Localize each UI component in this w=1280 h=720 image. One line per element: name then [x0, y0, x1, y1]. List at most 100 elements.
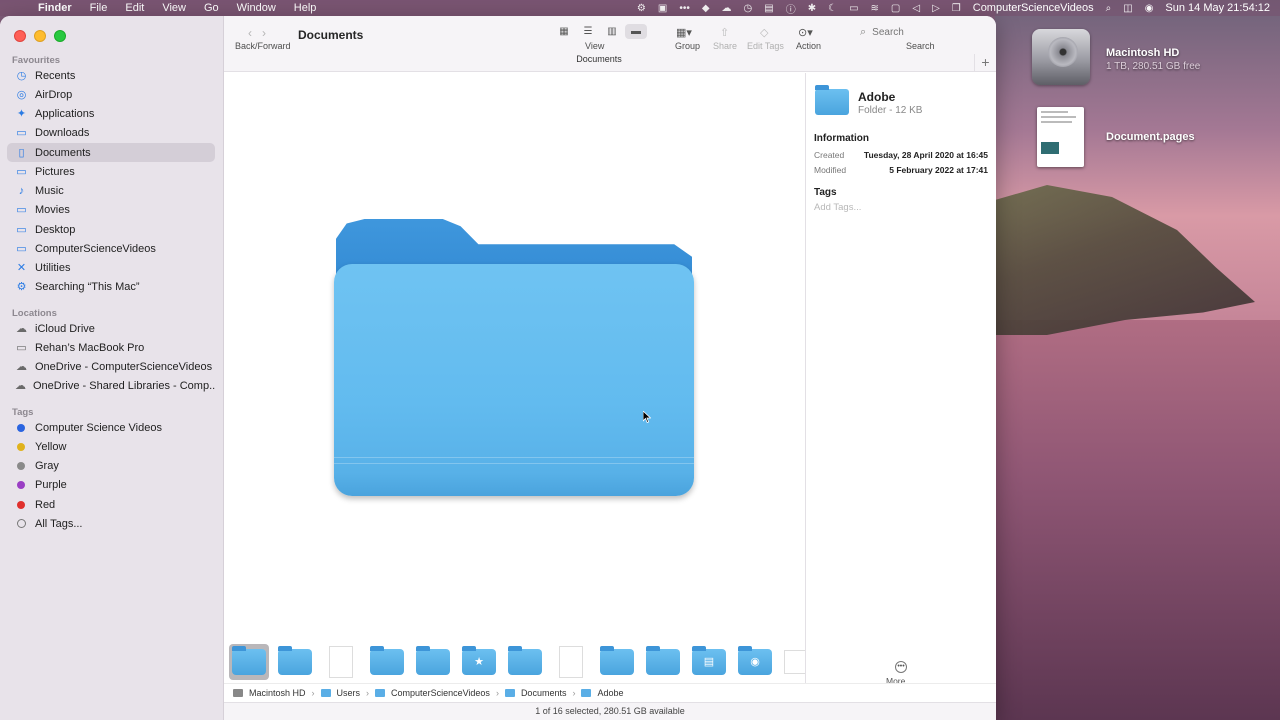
sidebar-item-downloads[interactable]: ▭ Downloads	[7, 123, 215, 142]
document-pages-label[interactable]: Document.pages	[1106, 131, 1195, 143]
sidebar-item-desktop[interactable]: ▭ Desktop	[7, 220, 215, 239]
sidebar-tag-all-tags[interactable]: All Tags...	[7, 514, 215, 533]
minimize-button[interactable]	[34, 30, 46, 42]
menu-window[interactable]: Window	[237, 2, 276, 14]
path-item[interactable]: Adobe	[597, 688, 623, 698]
dots-icon[interactable]: •••	[679, 3, 690, 14]
thumbnail-folder[interactable]	[505, 644, 545, 680]
menu-view[interactable]: View	[162, 2, 186, 14]
tab-documents[interactable]: Documents	[224, 54, 974, 64]
sidebar-item-label: AirDrop	[35, 88, 73, 101]
screens-icon[interactable]: ❐	[952, 3, 961, 14]
info-icon[interactable]: ⓘ	[786, 1, 796, 16]
macintosh-hd-icon[interactable]	[1030, 27, 1092, 87]
cloud-icon[interactable]: ☁	[722, 3, 732, 14]
large-folder-preview-icon[interactable]	[334, 219, 694, 496]
path-item[interactable]: Users	[337, 688, 361, 698]
group-icon[interactable]: ▦▾	[676, 26, 692, 39]
sidebar-item-icloud-drive[interactable]: ☁ iCloud Drive	[7, 319, 215, 338]
sidebar-tag-purple[interactable]: Purple	[7, 475, 215, 494]
sidebar-item-pictures[interactable]: ▭ Pictures	[7, 162, 215, 181]
sidebar-tag-yellow[interactable]: Yellow	[7, 437, 215, 456]
forward-arrow-icon[interactable]: ›	[262, 26, 266, 40]
thumbnail-folder[interactable]: ★	[459, 644, 499, 680]
column-view-icon[interactable]: ▥	[601, 24, 623, 39]
wifi-icon[interactable]: ≋	[871, 3, 879, 14]
sidebar-tag-computer-science-videos[interactable]: Computer Science Videos	[7, 418, 215, 437]
thumbnail-folder[interactable]	[367, 644, 407, 680]
control-center-icon[interactable]: ◫	[1123, 3, 1132, 14]
play-icon[interactable]: ▷	[932, 3, 940, 14]
siri-icon[interactable]: ◉	[1145, 3, 1154, 14]
sidebar-item-documents[interactable]: ▯ Documents	[7, 143, 215, 162]
thumbnail-folder[interactable]	[413, 644, 453, 680]
time-machine-icon[interactable]: ◷	[744, 3, 753, 14]
sidebar-item-airdrop[interactable]: ◎ AirDrop	[7, 85, 215, 104]
sidebar-item-home[interactable]: ▭ ComputerScienceVideos	[7, 239, 215, 258]
sidebar-tag-red[interactable]: Red	[7, 495, 215, 514]
list-view-icon[interactable]: ☰	[577, 24, 599, 39]
menu-go[interactable]: Go	[204, 2, 219, 14]
close-button[interactable]	[14, 30, 26, 42]
sidebar-item-applications[interactable]: ✦ Applications	[7, 104, 215, 123]
search-field[interactable]: ⌕	[854, 24, 986, 41]
sidebar-item-onedrive-shared[interactable]: ☁ OneDrive - Shared Libraries - Comp...	[7, 376, 215, 395]
thumbnail-folder[interactable]	[275, 644, 315, 680]
spotlight-icon[interactable]: ⌕	[1106, 3, 1112, 14]
sidebar-item-smart-search[interactable]: ⚙ Searching “This Mac”	[7, 277, 215, 296]
sidebar-item-movies[interactable]: ▭ Movies	[7, 200, 215, 219]
display-icon[interactable]: ▢	[891, 3, 900, 14]
path-item[interactable]: Documents	[521, 688, 567, 698]
share-icon[interactable]: ⇧	[720, 26, 729, 39]
sidebar-tag-gray[interactable]: Gray	[7, 456, 215, 475]
volume-icon[interactable]: ◁	[912, 3, 920, 14]
more-icon[interactable]: •••	[895, 661, 907, 673]
app-badge-icon[interactable]: ◆	[702, 3, 710, 14]
folder-icon	[815, 85, 849, 115]
hard-drive-icon	[233, 689, 243, 697]
sidebar-item-recents[interactable]: ◷ Recents	[7, 66, 215, 85]
clock-text[interactable]: Sun 14 May 21:54:12	[1165, 2, 1270, 14]
thumbnail-document[interactable]	[781, 644, 805, 680]
menu-finder[interactable]: Finder	[38, 2, 72, 14]
status-app-icon[interactable]: ⚙	[637, 3, 646, 14]
menu-edit[interactable]: Edit	[125, 2, 144, 14]
menu-help[interactable]: Help	[294, 2, 317, 14]
battery-icon[interactable]: ▭	[849, 3, 858, 14]
tag-icon[interactable]: ◇	[760, 26, 768, 39]
thumbnail-folder[interactable]	[597, 644, 637, 680]
thumbnail-folder[interactable]	[643, 644, 683, 680]
action-icon[interactable]: ⊙▾	[798, 26, 813, 39]
moon-icon[interactable]: ☾	[828, 3, 837, 14]
thumbnail-document[interactable]	[321, 644, 361, 680]
zoom-button[interactable]	[54, 30, 66, 42]
sidebar-item-label: Applications	[35, 107, 95, 120]
new-tab-button[interactable]: +	[974, 54, 996, 72]
sidebar-item-label: Computer Science Videos	[35, 421, 162, 434]
status-user-name[interactable]: ComputerScienceVideos	[973, 2, 1094, 14]
gallery-view-icon[interactable]: ▬	[625, 24, 647, 39]
sidebar-item-onedrive[interactable]: ☁ OneDrive - ComputerScienceVideos	[7, 357, 215, 376]
back-arrow-icon[interactable]: ‹	[248, 26, 252, 40]
bluetooth-icon[interactable]: ✱	[808, 3, 816, 14]
path-item[interactable]: Macintosh HD	[249, 688, 306, 698]
sidebar-item-macbook[interactable]: ▭ Rehan’s MacBook Pro	[7, 338, 215, 357]
tags-heading: Tags	[814, 187, 837, 198]
search-input[interactable]	[872, 27, 973, 38]
screen-record-icon[interactable]: ▣	[658, 3, 667, 14]
document-pages-icon[interactable]	[1037, 107, 1084, 167]
path-item[interactable]: ComputerScienceVideos	[391, 688, 490, 698]
thumbnail-adobe-folder[interactable]	[229, 644, 269, 680]
thumbnail-document[interactable]	[551, 644, 591, 680]
macintosh-hd-label[interactable]: Macintosh HD	[1106, 47, 1179, 59]
menu-file[interactable]: File	[90, 2, 108, 14]
add-tags-field[interactable]: Add Tags...	[814, 202, 861, 213]
all-tags-icon	[17, 519, 26, 528]
sidebar-item-utilities[interactable]: ✕ Utilities	[7, 258, 215, 277]
icon-view-icon[interactable]: ▦	[553, 24, 575, 39]
sidebar-item-music[interactable]: ♪ Music	[7, 181, 215, 200]
thumbnail-folder[interactable]: ▤	[689, 644, 729, 680]
screen-icon[interactable]: ▤	[764, 3, 773, 14]
thumbnail-folder[interactable]: ◉	[735, 644, 775, 680]
tags-heading: Tags	[12, 407, 34, 418]
